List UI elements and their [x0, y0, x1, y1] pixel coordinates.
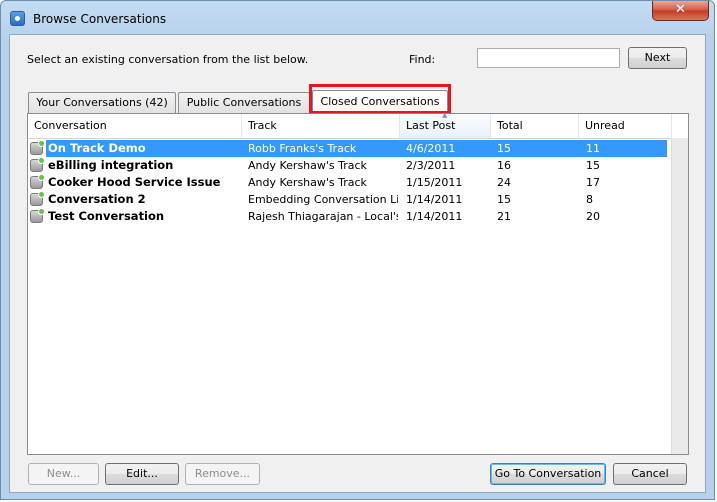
- column-header-conversation[interactable]: Conversation: [28, 114, 242, 138]
- total-cell: 15: [497, 142, 511, 155]
- close-icon: ✕: [675, 2, 686, 17]
- column-header-unread[interactable]: Unread: [579, 114, 672, 138]
- conversation-name: Conversation 2: [48, 192, 146, 206]
- dialog-body: Select an existing conversation from the…: [9, 34, 706, 493]
- unread-cell: 17: [586, 176, 600, 189]
- window-title: Browse Conversations: [33, 12, 167, 26]
- header-divider: [28, 138, 688, 139]
- tab-highlight-box: [309, 84, 451, 114]
- find-label: Find:: [409, 53, 436, 66]
- conversation-icon: [30, 208, 45, 223]
- last-post-cell: 2/3/2011: [406, 159, 456, 172]
- total-cell: 16: [497, 159, 511, 172]
- conversation-name: Cooker Hood Service Issue: [48, 175, 221, 189]
- tab-public-conversations[interactable]: Public Conversations (61): [178, 92, 310, 129]
- sort-ascending-icon: ▲: [442, 111, 448, 119]
- track-cell: Robb Franks's Track: [248, 142, 357, 155]
- conversation-list: Conversation Track Last Post Total Unrea…: [27, 111, 689, 455]
- table-row[interactable]: On Track Demo Robb Franks's Track 4/6/20…: [28, 140, 672, 157]
- column-header-total[interactable]: Total: [491, 114, 579, 138]
- title-bar[interactable]: Browse Conversations ✕: [1, 1, 714, 35]
- track-cell: Rajesh Thiagarajan - Local's...: [248, 210, 398, 223]
- next-button[interactable]: Next: [628, 47, 687, 69]
- app-icon: [10, 11, 25, 26]
- remove-button[interactable]: Remove...: [185, 463, 260, 485]
- unread-cell: 8: [586, 193, 593, 206]
- unread-cell: 11: [586, 142, 600, 155]
- table-row[interactable]: eBilling integration Andy Kershaw's Trac…: [28, 157, 672, 174]
- total-cell: 15: [497, 193, 511, 206]
- tab-your-conversations[interactable]: Your Conversations (42): [28, 92, 176, 113]
- conversation-icon: [30, 140, 45, 155]
- table-row[interactable]: Cooker Hood Service Issue Andy Kershaw's…: [28, 174, 672, 191]
- find-input[interactable]: [477, 48, 620, 68]
- total-cell: 21: [497, 210, 511, 223]
- vertical-scrollbar[interactable]: [671, 138, 688, 454]
- conversation-icon: [30, 191, 45, 206]
- go-to-conversation-button[interactable]: Go To Conversation: [490, 463, 606, 485]
- edit-button[interactable]: Edit...: [105, 463, 179, 485]
- conversation-name: eBilling integration: [48, 158, 174, 172]
- table-row[interactable]: Test Conversation Rajesh Thiagarajan - L…: [28, 208, 672, 225]
- new-button[interactable]: New...: [28, 463, 99, 485]
- track-cell: Embedding Conversation Lis...: [248, 193, 398, 206]
- last-post-cell: 1/15/2011: [406, 176, 463, 189]
- unread-cell: 20: [586, 210, 600, 223]
- browse-conversations-window: Browse Conversations ✕ Select an existin…: [0, 0, 715, 500]
- total-cell: 24: [497, 176, 511, 189]
- track-cell: Andy Kershaw's Track: [248, 159, 367, 172]
- last-post-cell: 1/14/2011: [406, 210, 463, 223]
- conversation-icon: [30, 174, 45, 189]
- conversation-name: On Track Demo: [48, 141, 146, 155]
- instruction-text: Select an existing conversation from the…: [27, 53, 309, 66]
- cancel-button[interactable]: Cancel: [613, 463, 687, 485]
- last-post-cell: 1/14/2011: [406, 193, 463, 206]
- unread-cell: 15: [586, 159, 600, 172]
- conversation-name: Test Conversation: [48, 209, 165, 223]
- close-button[interactable]: ✕: [652, 1, 709, 21]
- table-row[interactable]: Conversation 2 Embedding Conversation Li…: [28, 191, 672, 208]
- conversation-icon: [30, 157, 45, 172]
- last-post-cell: 4/6/2011: [406, 142, 456, 155]
- column-header-track[interactable]: Track: [242, 114, 400, 138]
- track-cell: Andy Kershaw's Track: [248, 176, 367, 189]
